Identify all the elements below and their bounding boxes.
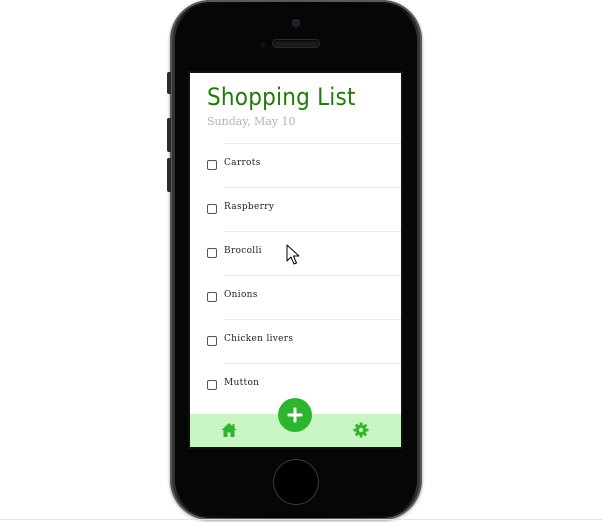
volume-down-button xyxy=(167,158,171,192)
list-item: Mutton xyxy=(207,363,401,407)
item-checkbox[interactable] xyxy=(207,292,217,302)
list-item: Chicken livers xyxy=(207,319,401,363)
item-label: Chicken livers xyxy=(224,334,294,344)
item-label: Brocolli xyxy=(224,246,262,256)
page-title: Shopping List xyxy=(207,83,356,111)
home-button[interactable] xyxy=(220,421,238,439)
list-item: Carrots xyxy=(207,143,401,187)
item-checkbox[interactable] xyxy=(207,336,217,346)
volume-up-button xyxy=(167,118,171,152)
item-label: Onions xyxy=(224,290,258,300)
item-label: Raspberry xyxy=(224,202,275,212)
item-checkbox[interactable] xyxy=(207,160,217,170)
list-item: Brocolli xyxy=(207,231,401,275)
camera-icon xyxy=(292,19,300,27)
mouse-cursor-icon xyxy=(286,244,300,265)
item-label: Mutton xyxy=(224,378,260,388)
plus-icon xyxy=(287,407,303,423)
item-checkbox[interactable] xyxy=(207,380,217,390)
add-item-button[interactable] xyxy=(278,398,312,432)
shopping-list: Carrots Raspberry Brocolli Onions Chicke… xyxy=(190,143,401,407)
front-sensor xyxy=(260,42,266,48)
item-label: Carrots xyxy=(224,158,261,168)
mute-switch xyxy=(167,72,171,94)
date-label: Sunday, May 10 xyxy=(207,115,296,128)
gear-icon xyxy=(353,422,369,438)
list-item: Onions xyxy=(207,275,401,319)
earpiece-speaker xyxy=(273,40,319,47)
item-checkbox[interactable] xyxy=(207,204,217,214)
home-icon xyxy=(221,423,237,437)
divider xyxy=(0,519,602,520)
settings-button[interactable] xyxy=(352,421,370,439)
item-checkbox[interactable] xyxy=(207,248,217,258)
phone-home-button[interactable] xyxy=(274,460,318,504)
list-item: Raspberry xyxy=(207,187,401,231)
